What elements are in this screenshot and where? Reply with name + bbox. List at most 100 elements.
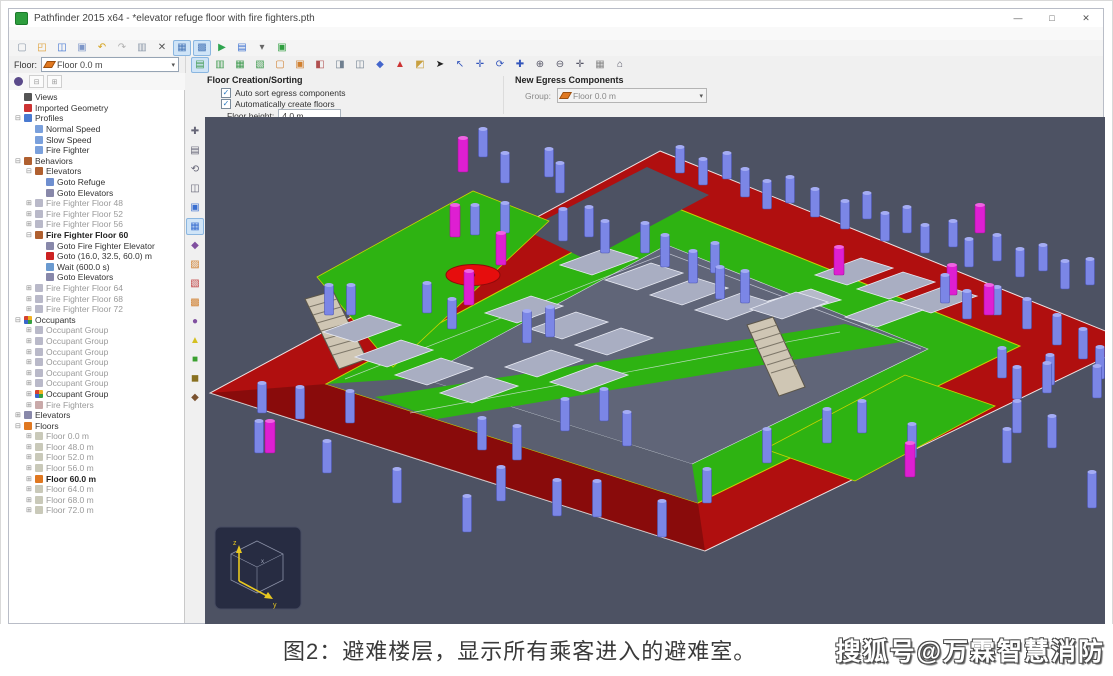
tree-expander[interactable]: ⊞ bbox=[26, 305, 35, 313]
fire-fighter-cylinder[interactable] bbox=[450, 203, 460, 237]
tree-expander[interactable]: ⊞ bbox=[26, 199, 35, 207]
tree-item[interactable]: ⊞ Floor 0.0 m bbox=[9, 431, 184, 442]
occupant-cylinder[interactable] bbox=[559, 207, 568, 241]
tree-item[interactable]: ⊞ Floor 56.0 m bbox=[9, 463, 184, 474]
orbit-tool-icon[interactable]: ⟳ bbox=[491, 57, 509, 73]
tree-expander[interactable]: ⊞ bbox=[26, 326, 35, 334]
occupant-cylinder[interactable] bbox=[1079, 327, 1088, 359]
occupant-cylinder[interactable] bbox=[501, 201, 510, 233]
occupant-cylinder[interactable] bbox=[561, 397, 570, 431]
snap-grid-icon[interactable]: ▦ bbox=[591, 57, 609, 73]
move-tool-icon[interactable]: ✚ bbox=[511, 57, 529, 73]
occupant-cylinder[interactable] bbox=[786, 175, 795, 203]
zoom-out-icon[interactable]: ⊖ bbox=[551, 57, 569, 73]
occupant-cylinder[interactable] bbox=[763, 179, 772, 209]
draw-thin-wall-icon[interactable]: ◫ bbox=[351, 57, 369, 73]
occupant-cylinder[interactable] bbox=[881, 211, 890, 241]
occupant-cylinder[interactable] bbox=[601, 219, 610, 253]
save-all-icon[interactable]: ▣ bbox=[73, 40, 91, 56]
tree-item[interactable]: Slow Speed bbox=[9, 134, 184, 145]
occupant-cylinder[interactable] bbox=[479, 127, 488, 157]
tree-item[interactable]: ⊞ Occupant Group bbox=[9, 357, 184, 368]
tree-item[interactable]: ⊟ Elevators bbox=[9, 166, 184, 177]
tree-item[interactable]: ⊞ Occupant Group bbox=[9, 336, 184, 347]
occupant-cylinder[interactable] bbox=[463, 494, 472, 532]
select-tool-icon[interactable]: ↖ bbox=[451, 57, 469, 73]
tree-item-occupant-group-active[interactable]: ⊞ Occupant Group bbox=[9, 389, 184, 400]
undo-icon[interactable]: ↶ bbox=[93, 40, 111, 56]
tree-item[interactable]: ⊞ Floor 72.0 m bbox=[9, 505, 184, 516]
paste-objects-icon[interactable]: ▦ bbox=[231, 57, 249, 73]
occupant-cylinder[interactable] bbox=[811, 187, 820, 217]
tree-item[interactable]: Goto Refuge bbox=[9, 177, 184, 188]
tree-expander[interactable]: ⊞ bbox=[26, 475, 35, 483]
occupant-cylinder[interactable] bbox=[501, 151, 510, 183]
draw-room-icon[interactable]: ◧ bbox=[311, 57, 329, 73]
occupant-cylinder[interactable] bbox=[553, 478, 562, 516]
move-mode-icon[interactable]: ✚ bbox=[186, 123, 204, 140]
occupant-cylinder[interactable] bbox=[741, 167, 750, 197]
view-3d-icon[interactable]: ▩ bbox=[193, 40, 211, 56]
save-icon[interactable]: ◫ bbox=[53, 40, 71, 56]
pathfinder-results-icon[interactable]: ▣ bbox=[273, 40, 291, 56]
floor-dropdown[interactable]: Floor 0.0 m ▾ bbox=[41, 57, 179, 72]
occupant-cylinder[interactable] bbox=[513, 424, 522, 460]
occupant-cylinder[interactable] bbox=[823, 407, 832, 443]
copy-icon[interactable]: ▥ bbox=[133, 40, 151, 56]
tree-expander[interactable]: ⊞ bbox=[26, 295, 35, 303]
new-file-icon[interactable]: ▢ bbox=[13, 40, 31, 56]
auto-sort-checkbox[interactable]: ✓ bbox=[221, 88, 231, 98]
door-tool-icon[interactable]: ▩ bbox=[186, 294, 204, 311]
tree-item[interactable]: Goto Elevators bbox=[9, 272, 184, 283]
tree-expander[interactable]: ⊞ bbox=[26, 506, 35, 514]
collapse-all-button[interactable]: ⊟ bbox=[29, 75, 44, 88]
fire-fighter-cylinder[interactable] bbox=[496, 231, 506, 265]
occupant-cylinder[interactable] bbox=[699, 157, 708, 185]
tree-expander[interactable]: ⊞ bbox=[26, 337, 35, 345]
occupant-cylinder[interactable] bbox=[523, 309, 532, 343]
close-button[interactable]: ✕ bbox=[1069, 10, 1103, 27]
occupant-cylinder[interactable] bbox=[1048, 414, 1057, 448]
tree-item[interactable]: Fire Fighter bbox=[9, 145, 184, 156]
measure-icon[interactable]: ✛ bbox=[571, 57, 589, 73]
occupant-cylinder[interactable] bbox=[325, 283, 334, 315]
occupant-cylinder[interactable] bbox=[641, 221, 650, 253]
occupant-cylinder[interactable] bbox=[661, 233, 670, 267]
tree-item[interactable]: ⊞ Floor 52.0 m bbox=[9, 452, 184, 463]
reset-view-icon[interactable]: ⌂ bbox=[611, 57, 629, 73]
fire-fighter-cylinder[interactable] bbox=[834, 245, 844, 275]
fire-fighter-cylinder[interactable] bbox=[458, 136, 468, 172]
occupant-cylinder[interactable] bbox=[478, 416, 487, 450]
occupant-cylinder[interactable] bbox=[593, 479, 602, 517]
occupant-cylinder[interactable] bbox=[993, 233, 1002, 261]
occupant-cylinder[interactable] bbox=[703, 467, 712, 503]
occupant-cylinder[interactable] bbox=[471, 203, 480, 235]
wall-tool-icon[interactable]: ◫ bbox=[186, 180, 204, 197]
rotate-mode-icon[interactable]: ⟲ bbox=[186, 161, 204, 178]
duplicate-objects-icon[interactable]: ▧ bbox=[251, 57, 269, 73]
tree-item-imported-geometry[interactable]: Imported Geometry bbox=[9, 103, 184, 114]
occupant-cylinder[interactable] bbox=[546, 305, 555, 337]
new-group-icon[interactable]: ▢ bbox=[271, 57, 289, 73]
occupant-cylinder[interactable] bbox=[1093, 364, 1102, 398]
tree-expander[interactable]: ⊞ bbox=[26, 220, 35, 228]
tree-item-floors[interactable]: ⊟ Floors bbox=[9, 420, 184, 431]
occupant-cylinder[interactable] bbox=[863, 191, 872, 219]
edit-group-icon[interactable]: ▣ bbox=[291, 57, 309, 73]
add-waypoint-icon[interactable]: ➤ bbox=[431, 57, 449, 73]
occupant-cylinder[interactable] bbox=[1043, 361, 1052, 393]
occupant-cylinder[interactable] bbox=[841, 199, 850, 229]
copy-objects-icon[interactable]: ▥ bbox=[211, 57, 229, 73]
tree-expander[interactable]: ⊞ bbox=[26, 348, 35, 356]
tree-item-behaviors[interactable]: ⊟ Behaviors bbox=[9, 156, 184, 167]
occupant-cylinder[interactable] bbox=[1088, 470, 1097, 508]
tree-item[interactable]: ⊞ Occupant Group bbox=[9, 367, 184, 378]
tree-expander[interactable]: ⊞ bbox=[26, 210, 35, 218]
occupant-cylinder[interactable] bbox=[1039, 243, 1048, 271]
tree-item[interactable]: ⊞ Fire Fighter Floor 56 bbox=[9, 219, 184, 230]
draw-hole-icon[interactable]: ◨ bbox=[331, 57, 349, 73]
stairs-tool-icon[interactable]: ▨ bbox=[186, 256, 204, 273]
ramp-tool-icon[interactable]: ▧ bbox=[186, 275, 204, 292]
floor-mode-icon[interactable]: ▤ bbox=[186, 142, 204, 159]
tree-item-elevators[interactable]: ⊞ Elevators bbox=[9, 410, 184, 421]
